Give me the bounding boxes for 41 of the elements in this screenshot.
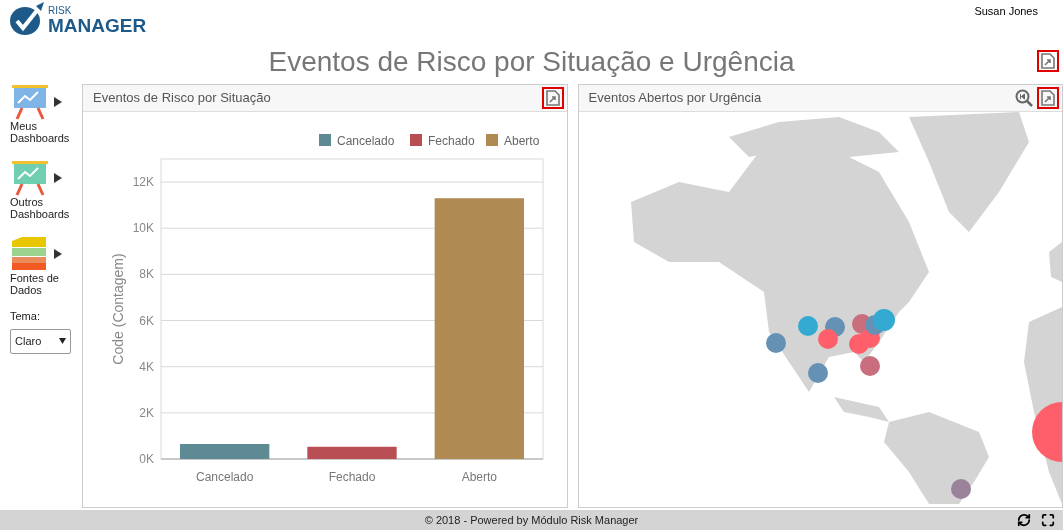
refresh-icon[interactable]: [1017, 513, 1031, 527]
sidebar-item-label[interactable]: Meus Dashboards: [10, 120, 74, 144]
expand-arrow-icon[interactable]: [54, 249, 62, 259]
y-tick-label: 0K: [139, 452, 154, 466]
y-tick-label: 10K: [132, 221, 154, 236]
zoom-reset-icon[interactable]: [1015, 89, 1033, 107]
fullscreen-icon[interactable]: [1041, 513, 1055, 527]
legend-label: Aberto: [504, 134, 540, 148]
sidebar-item-label[interactable]: Fontes de Dados: [10, 272, 74, 296]
presentation-board-icon[interactable]: [10, 84, 50, 120]
theme-label: Tema:: [10, 309, 41, 324]
y-tick-label: 6K: [139, 313, 154, 328]
export-icon[interactable]: [541, 87, 564, 109]
export-icon[interactable]: [1037, 87, 1059, 109]
expand-arrow-icon[interactable]: [54, 97, 62, 107]
y-tick-label: 2K: [139, 405, 154, 420]
panel-title: Eventos Abertos por Urgência: [588, 89, 762, 108]
logo-small-text: RISK: [48, 5, 73, 16]
logo-text: MANAGER: [48, 15, 147, 35]
y-tick-label: 8K: [139, 267, 154, 282]
legend-item[interactable]: Aberto: [486, 134, 540, 148]
y-tick-label: 4K: [139, 359, 154, 374]
y-axis-title: Code (Contagem): [110, 253, 126, 365]
panel-title: Eventos de Risco por Situação: [93, 89, 271, 108]
expand-arrow-icon[interactable]: [54, 173, 62, 183]
legend-item[interactable]: Cancelado: [319, 134, 395, 148]
x-tick-label: Cancelado: [196, 470, 254, 484]
x-tick-label: Fechado: [328, 470, 376, 484]
theme-select[interactable]: Claro: [10, 328, 71, 354]
legend-label: Cancelado: [337, 134, 395, 148]
footer-text: © 2018 - Powered by Módulo Risk Manager: [424, 512, 639, 528]
export-icon[interactable]: [1037, 50, 1059, 72]
x-tick-label: Aberto: [461, 470, 497, 484]
y-tick-label: 12K: [132, 175, 154, 190]
dropdown-caret-icon[interactable]: [59, 338, 66, 344]
user-name[interactable]: Susan Jones: [974, 2, 1055, 20]
presentation-board-icon[interactable]: [10, 160, 50, 196]
legend-label: Fechado: [428, 134, 476, 148]
legend-item[interactable]: Fechado: [410, 134, 475, 148]
sidebar-item-label[interactable]: Outros Dashboards: [10, 196, 74, 220]
page-title: Eventos de Risco por Situação e Urgência: [268, 45, 795, 79]
